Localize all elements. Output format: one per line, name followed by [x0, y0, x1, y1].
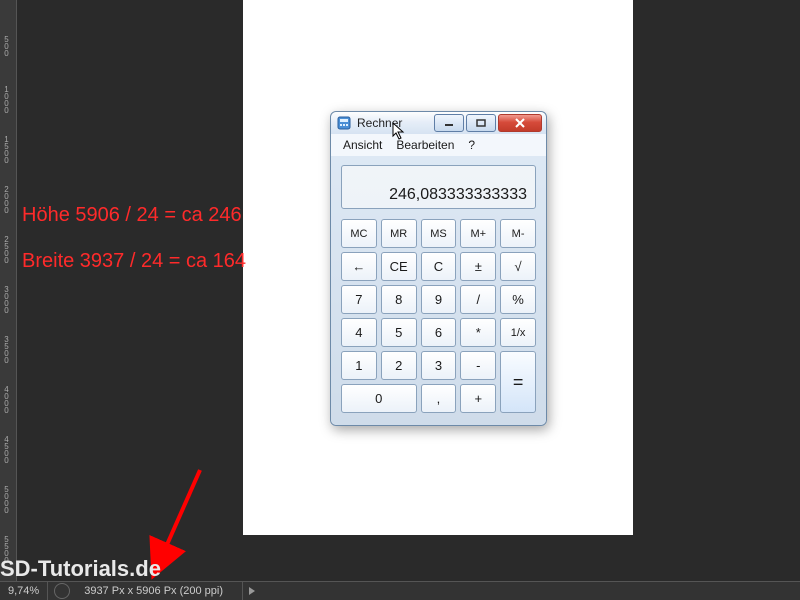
- ruler-label: 3500: [2, 335, 10, 363]
- ruler-label: 3000: [2, 285, 10, 313]
- calculator-menubar: Ansicht Bearbeiten ?: [331, 134, 546, 156]
- key-8[interactable]: 8: [381, 285, 417, 314]
- minimize-button[interactable]: [434, 114, 464, 132]
- ruler-label: 4000: [2, 385, 10, 413]
- ruler-label: 500: [2, 35, 10, 56]
- key-subtract[interactable]: -: [460, 351, 496, 380]
- ruler-label: 2500: [2, 235, 10, 263]
- key-plusminus[interactable]: ±: [460, 252, 496, 281]
- menu-edit[interactable]: Bearbeiten: [390, 136, 460, 154]
- key-equals[interactable]: =: [500, 351, 536, 413]
- ruler-label: 5000: [2, 485, 10, 513]
- ruler-label: 1000: [2, 85, 10, 113]
- key-3[interactable]: 3: [421, 351, 457, 380]
- close-button[interactable]: [498, 114, 542, 132]
- ruler-label: 2000: [2, 185, 10, 213]
- key-percent[interactable]: %: [500, 285, 536, 314]
- calculator-title: Rechner: [357, 116, 434, 130]
- annotation-width: Breite 3937 / 24 = ca 164: [22, 250, 246, 273]
- key-reciprocal[interactable]: 1/x: [500, 318, 536, 347]
- key-mplus[interactable]: M+: [460, 219, 496, 248]
- status-play-icon[interactable]: [249, 587, 255, 595]
- key-multiply[interactable]: *: [460, 318, 496, 347]
- key-ms[interactable]: MS: [421, 219, 457, 248]
- key-5[interactable]: 5: [381, 318, 417, 347]
- key-decimal[interactable]: ,: [421, 384, 457, 413]
- key-divide[interactable]: /: [460, 285, 496, 314]
- key-mc[interactable]: MC: [341, 219, 377, 248]
- annotation-height: Höhe 5906 / 24 = ca 246: [22, 204, 242, 227]
- editor-stage: 500 1000 1500 2000 2500 3000 3500 4000 4…: [0, 0, 800, 600]
- key-9[interactable]: 9: [421, 285, 457, 314]
- menu-view[interactable]: Ansicht: [337, 136, 388, 154]
- key-2[interactable]: 2: [381, 351, 417, 380]
- status-disk-icon: [54, 583, 70, 599]
- key-backspace[interactable]: ←: [341, 252, 377, 281]
- key-mr[interactable]: MR: [381, 219, 417, 248]
- editor-statusbar: 9,74% 3937 Px x 5906 Px (200 ppi): [0, 581, 800, 600]
- calculator-display: 246,083333333333: [341, 165, 536, 209]
- ruler-label: 4500: [2, 435, 10, 463]
- key-mminus[interactable]: M-: [500, 219, 536, 248]
- status-zoom[interactable]: 9,74%: [0, 582, 48, 600]
- ruler-label: 1500: [2, 135, 10, 163]
- key-sqrt[interactable]: √: [500, 252, 536, 281]
- calculator-app-icon: [337, 116, 351, 130]
- key-0[interactable]: 0: [341, 384, 417, 413]
- calculator-titlebar[interactable]: Rechner: [331, 112, 546, 134]
- calculator-body: 246,083333333333 MC MR MS M+ M- ← CE C ±…: [331, 156, 546, 425]
- key-c[interactable]: C: [421, 252, 457, 281]
- vertical-ruler: 500 1000 1500 2000 2500 3000 3500 4000 4…: [0, 0, 17, 595]
- calculator-keypad: MC MR MS M+ M- ← CE C ± √ 7 8 9 / % 4 5 …: [341, 219, 536, 413]
- key-6[interactable]: 6: [421, 318, 457, 347]
- key-4[interactable]: 4: [341, 318, 377, 347]
- menu-help[interactable]: ?: [462, 136, 481, 154]
- calculator-window[interactable]: Rechner Ansicht Bearbeiten ? 246,0833333…: [330, 111, 547, 426]
- maximize-button[interactable]: [466, 114, 496, 132]
- key-1[interactable]: 1: [341, 351, 377, 380]
- watermark-text: SD-Tutorials.de: [0, 556, 161, 582]
- key-add[interactable]: +: [460, 384, 496, 413]
- key-7[interactable]: 7: [341, 285, 377, 314]
- key-ce[interactable]: CE: [381, 252, 417, 281]
- status-docinfo[interactable]: 3937 Px x 5906 Px (200 ppi): [76, 582, 243, 600]
